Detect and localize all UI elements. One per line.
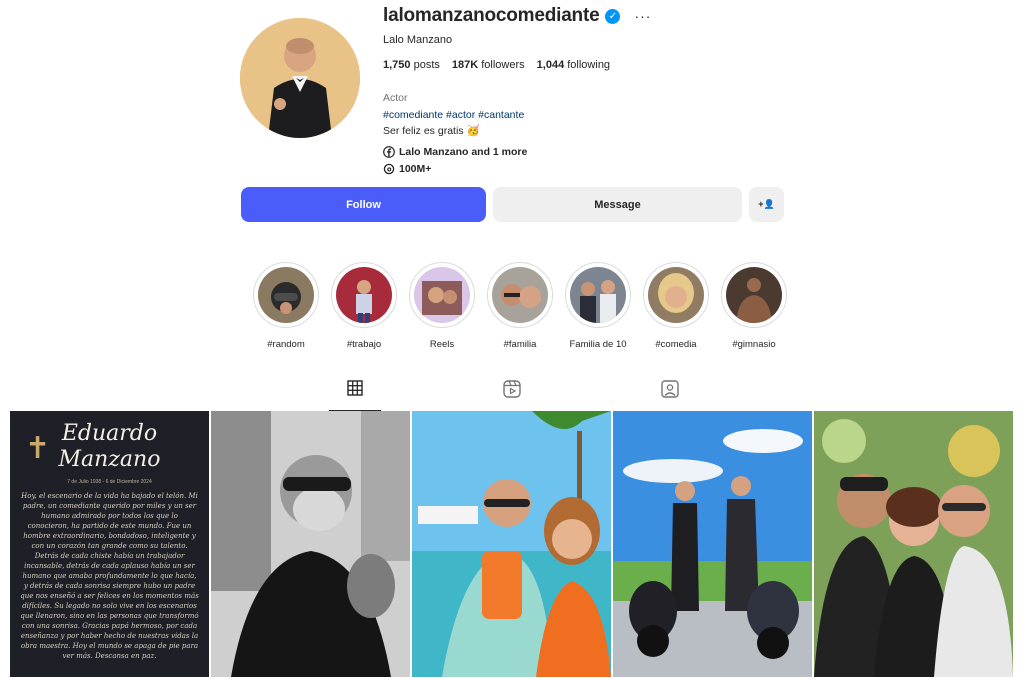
highlight-ring <box>331 262 397 328</box>
highlight-cover <box>570 267 626 323</box>
facebook-link-text: Lalo Manzano and 1 more <box>399 146 528 158</box>
threads-count: 100M+ <box>399 163 432 175</box>
post-memorial[interactable]: ✝ Eduardo Manzano 7 de Julio 1938 - 6 de… <box>10 411 209 677</box>
highlight-item[interactable]: #trabajo <box>331 262 397 350</box>
highlight-cover <box>258 267 314 323</box>
post-image <box>814 411 1013 677</box>
post-photo[interactable] <box>412 411 611 677</box>
profile-avatar[interactable] <box>240 18 360 138</box>
memorial-title-last: Manzano <box>58 447 161 472</box>
posts-count: 1,750 <box>383 59 411 71</box>
suggested-users-button[interactable]: +👤 <box>749 187 784 222</box>
hashtag-link[interactable]: #cantante <box>478 109 524 121</box>
following-stat[interactable]: 1,044 following <box>537 59 610 71</box>
username: lalomanzanocomediante <box>383 5 600 26</box>
highlight-ring <box>721 262 787 328</box>
posts-stat: 1,750 posts <box>383 59 440 71</box>
highlight-cover <box>726 267 782 323</box>
highlight-item[interactable]: #gimnasio <box>721 262 787 350</box>
add-user-icon: +👤 <box>758 199 775 209</box>
memorial-title: Eduardo Manzano <box>10 421 209 473</box>
following-label: following <box>567 59 611 71</box>
followers-count: 187K <box>451 59 479 71</box>
full-name: Lalo Manzano <box>383 34 453 46</box>
highlight-label: #gimnasio <box>732 339 776 350</box>
bio-text: Ser feliz es gratis 🥳 <box>383 125 480 137</box>
following-count: 1,044 <box>536 59 565 71</box>
post-photo[interactable] <box>613 411 812 677</box>
grid-icon <box>347 380 363 396</box>
message-button[interactable]: Message <box>493 187 742 222</box>
highlight-ring <box>253 262 319 328</box>
follow-button[interactable]: Follow <box>241 187 486 222</box>
post-photo[interactable] <box>814 411 1013 677</box>
facebook-link[interactable]: Lalo Manzano and 1 more <box>383 146 803 158</box>
threads-link[interactable]: 100M+ <box>383 163 803 175</box>
highlight-ring <box>643 262 709 328</box>
highlight-cover <box>492 267 548 323</box>
followers-label: followers <box>481 59 525 71</box>
posts-grid: ✝ Eduardo Manzano 7 de Julio 1938 - 6 de… <box>10 411 1013 677</box>
profile-info: lalomanzanocomediante ✓ ··· Lalo Manzano… <box>383 4 803 175</box>
highlight-label: #familia <box>503 339 537 350</box>
highlight-label: #comedia <box>655 339 697 350</box>
memorial-text: Hoy, el escenario de la vida ha bajado e… <box>20 492 199 660</box>
profile-category: Actor <box>383 92 408 104</box>
highlight-label: #trabajo <box>346 339 382 350</box>
posts-label: posts <box>413 59 440 71</box>
highlight-item[interactable]: Familia de 10 <box>565 262 631 350</box>
story-highlights: #random #trabajo Reels #familia Familia … <box>253 262 787 350</box>
hashtag-link[interactable]: #comediante <box>383 109 443 121</box>
post-image <box>613 411 812 677</box>
highlight-item[interactable]: Reels <box>409 262 475 350</box>
highlight-label: Familia de 10 <box>569 339 627 350</box>
avatar-illustration <box>240 18 360 138</box>
post-photo[interactable] <box>211 411 410 677</box>
memorial-title-first: Eduardo <box>61 421 158 446</box>
profile-page: lalomanzanocomediante ✓ ··· Lalo Manzano… <box>0 0 1024 678</box>
highlight-label: #random <box>267 339 305 350</box>
facebook-icon <box>383 146 395 158</box>
highlight-ring <box>409 262 475 328</box>
highlight-item[interactable]: #comedia <box>643 262 709 350</box>
post-image <box>412 411 611 677</box>
highlight-cover <box>414 267 470 323</box>
more-options-icon[interactable]: ··· <box>634 8 651 24</box>
profile-stats: 1,750 posts 187K followers 1,044 followi… <box>383 59 803 71</box>
tab-tagged[interactable] <box>644 380 696 410</box>
followers-stat[interactable]: 187K followers <box>452 59 525 71</box>
memorial-date: 7 de Julio 1938 - 6 de Diciembre 2024 <box>67 479 152 485</box>
highlight-cover <box>648 267 704 323</box>
highlight-item[interactable]: #random <box>253 262 319 350</box>
threads-icon <box>383 163 395 175</box>
verified-badge-icon: ✓ <box>605 8 621 24</box>
tab-posts[interactable] <box>329 380 381 411</box>
bio-hashtags: #comediante #actor #cantante <box>383 109 803 121</box>
username-row: lalomanzanocomediante ✓ ··· <box>383 4 803 28</box>
tagged-icon <box>661 380 679 398</box>
profile-tabs <box>0 380 1024 411</box>
highlight-label: Reels <box>429 339 455 350</box>
reels-icon <box>503 380 521 398</box>
post-image <box>211 411 410 677</box>
tab-reels[interactable] <box>486 380 538 410</box>
highlight-ring <box>487 262 553 328</box>
highlight-item[interactable]: #familia <box>487 262 553 350</box>
hashtag-link[interactable]: #actor <box>446 109 475 121</box>
highlight-cover <box>336 267 392 323</box>
highlight-ring <box>565 262 631 328</box>
